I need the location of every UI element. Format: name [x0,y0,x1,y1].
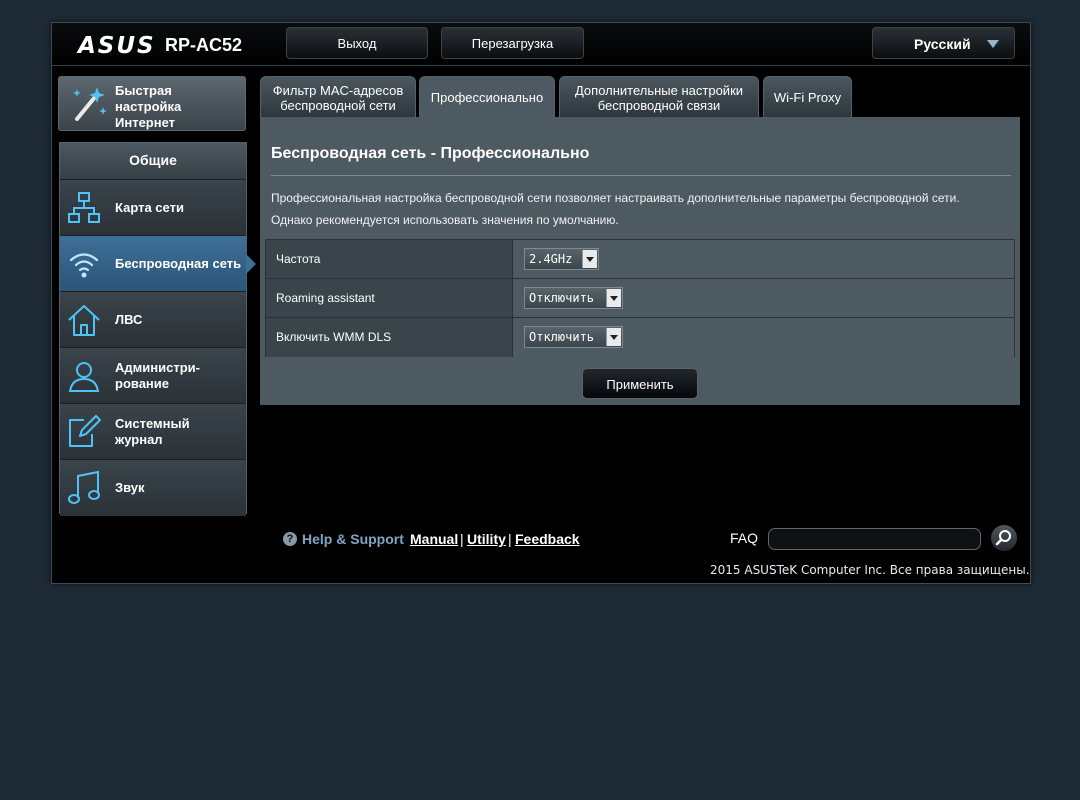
footer-separator: | [460,531,464,547]
title-divider [271,175,1011,176]
tab-mac-filter[interactable]: Фильтр MAC-адресов беспроводной сети [260,76,416,118]
wifi-icon [69,253,99,278]
model-name: RP-AC52 [165,35,243,55]
sidebar-item-label: Карта сети [115,200,184,215]
sidebar-item-label: Беспроводная сеть [115,256,242,271]
row-label-frequency: Частота [266,240,513,278]
sidebar-item-label: ЛВС [115,312,143,327]
language-value: Русский [914,36,971,52]
feedback-link[interactable]: Feedback [515,531,580,547]
content-panel: Беспроводная сеть - Профессионально Проф… [260,117,1020,405]
quick-setup-label: Быстрая настройка Интернет [115,83,182,130]
roaming-assistant-select[interactable]: Отключить [524,287,623,309]
apply-button[interactable]: Применить [582,368,698,399]
sidebar-item-label: Звук [115,480,145,495]
sidebar-item-lan[interactable]: ЛВС [60,292,246,348]
settings-table: Частота 2.4GHz Roaming assistant Отключи… [265,239,1015,357]
top-bar: ASUS RP-AC52 Выход Перезагрузка Русский [52,23,1030,66]
page-title: Беспроводная сеть - Профессионально [271,145,590,162]
chevron-down-icon [582,250,597,268]
language-select[interactable]: Русский [872,27,1015,59]
tab-label: Профессионально [430,89,544,105]
table-row: Включить WMM DLS Отключить [266,318,1014,357]
router-admin-window: ASUS RP-AC52 Выход Перезагрузка Русский … [51,22,1031,584]
tab-advanced-wireless[interactable]: Дополнительные настройки беспроводной св… [559,76,759,118]
sidebar-item-sound[interactable]: Звук [60,460,246,516]
logout-button[interactable]: Выход [286,27,428,59]
description-line-1: Профессиональная настройка беспроводной … [271,191,960,205]
copyright-text: 2015 ASUSTeK Computer Inc. Все права защ… [710,563,1030,577]
sidebar-menu: Общие Карта сети Беспроводная сеть ЛВС А… [59,142,256,516]
reboot-button[interactable]: Перезагрузка [441,27,584,59]
row-label-wmm-dls: Включить WMM DLS [266,318,513,357]
sidebar-item-network-map[interactable]: Карта сети [60,180,246,236]
sidebar-item-label: Системный журнал [115,416,190,447]
network-map-icon [68,192,100,223]
manual-link[interactable]: Manual [410,531,458,547]
home-icon [68,305,100,336]
asus-logo: ASUS [78,33,156,59]
music-note-icon [68,470,100,504]
tab-label: Фильтр MAC-адресов беспроводной сети [272,82,404,113]
quick-internet-setup-button[interactable]: Быстрая настройка Интернет [58,76,246,131]
utility-link[interactable]: Utility [467,531,506,547]
sidebar-item-wireless[interactable]: Беспроводная сеть [60,236,256,292]
tab-wifi-proxy[interactable]: Wi-Fi Proxy [763,76,852,118]
row-label-roaming-assistant: Roaming assistant [266,279,513,317]
chevron-down-icon [987,40,999,48]
wmm-dls-select[interactable]: Отключить [524,326,623,348]
table-row: Частота 2.4GHz [266,240,1014,279]
search-icon [995,530,1011,546]
description-line-2: Однако рекомендуется использовать значен… [271,213,619,227]
faq-search-button[interactable] [991,525,1017,551]
log-edit-icon [69,415,101,447]
tab-professional[interactable]: Профессионально [419,76,555,117]
tab-label: Wi-Fi Proxy [773,90,842,105]
chevron-down-icon [606,328,621,346]
user-icon [68,362,100,392]
table-row: Roaming assistant Отключить [266,279,1014,318]
help-icon: ? [283,532,297,546]
sidebar-item-system-log[interactable]: Системный журнал [60,404,246,460]
footer-separator: | [508,531,512,547]
frequency-select[interactable]: 2.4GHz [524,248,599,270]
sidebar-item-administration[interactable]: Администри- рование [60,348,246,404]
sidebar-item-label: Администри- рование [115,360,200,391]
sidebar-section-title: Общие [60,143,246,180]
faq-search-input[interactable] [768,528,981,550]
magic-wand-icon [73,87,107,121]
help-support-label: Help & Support [302,531,404,547]
faq-label: FAQ [730,530,759,546]
chevron-down-icon [606,289,621,307]
tab-label: Дополнительные настройки беспроводной св… [574,82,744,113]
